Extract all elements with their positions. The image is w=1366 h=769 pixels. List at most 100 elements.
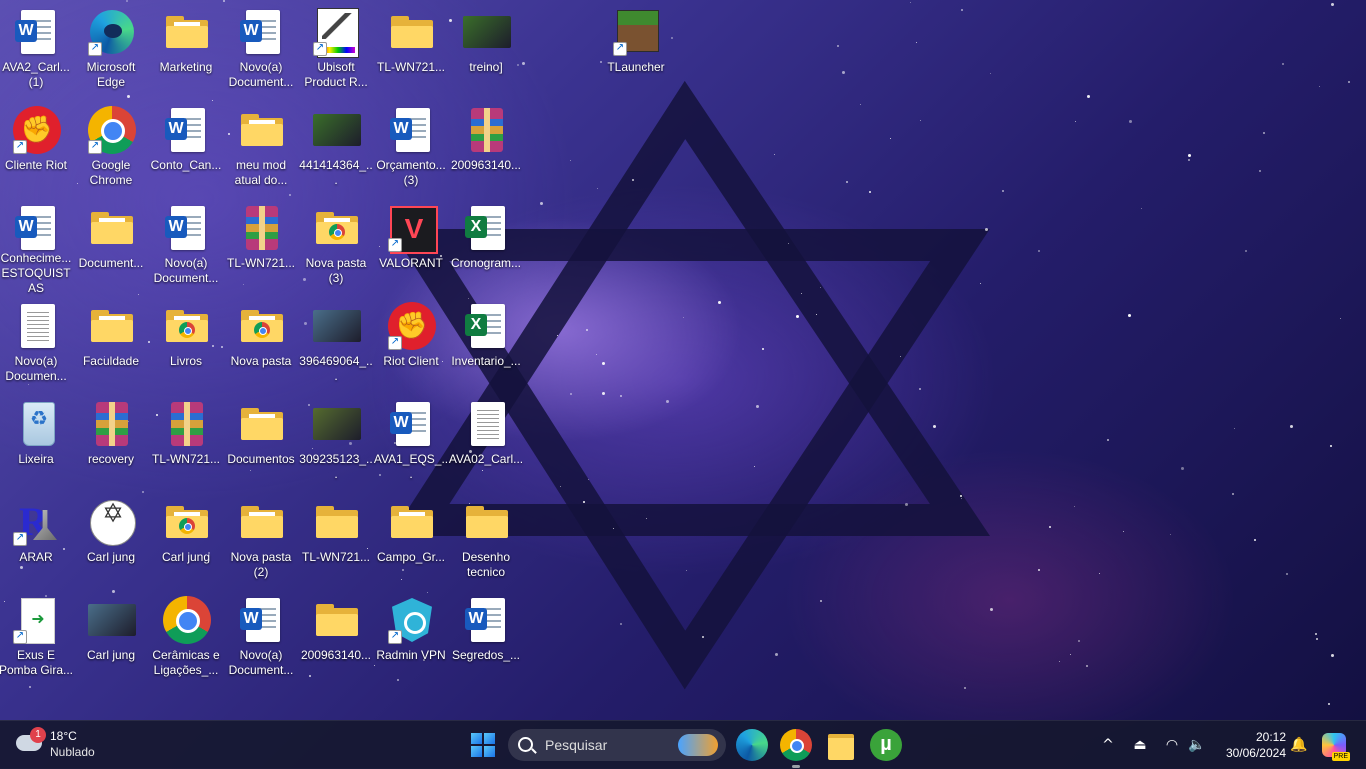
desktop-icon[interactable]: W Conhecime... ESTOQUISTAS — [1, 204, 73, 296]
desktop-icon-glyph — [613, 8, 661, 56]
weather-widget[interactable]: 1 18°C Nublado — [16, 727, 126, 763]
desktop-icon[interactable]: Nova pasta (2) — [226, 498, 298, 590]
wifi-icon[interactable]: ◠ — [1160, 721, 1184, 769]
desktop-icon-label: TL-WN721... — [151, 452, 220, 466]
taskbar-edge-icon[interactable] — [736, 729, 768, 761]
desktop-icon[interactable]: W Segredos_... — [451, 596, 523, 688]
desktop-icon[interactable]: Desenho tecnico — [451, 498, 523, 590]
shortcut-arrow-icon — [13, 138, 27, 154]
windows-logo-icon — [471, 733, 482, 744]
desktop-icon-glyph — [313, 106, 361, 154]
desktop-icon[interactable]: Radmin VPN — [376, 596, 448, 688]
desktop-icon-glyph: W — [463, 596, 511, 644]
desktop-icon-glyph — [88, 8, 136, 56]
taskbar-utorrent-icon[interactable] — [870, 729, 902, 761]
search-highlight-icon — [678, 734, 718, 756]
desktop-icon[interactable]: W Conto_Can... — [151, 106, 223, 198]
desktop-icon[interactable]: Microsoft Edge — [76, 8, 148, 100]
desktop-icon[interactable]: Exus E Pomba Gira... — [0, 596, 73, 688]
tray-overflow-chevron-icon[interactable]: ^ — [1098, 721, 1118, 769]
desktop-icon[interactable]: Livros — [151, 302, 223, 394]
winrar-archive-icon — [171, 402, 203, 446]
desktop-icon[interactable]: Lixeira — [1, 400, 73, 492]
desktop-icon[interactable]: TLauncher — [601, 8, 673, 100]
desktop-icon[interactable]: recovery — [76, 400, 148, 492]
image-thumbnail-icon — [313, 408, 361, 440]
taskbar-file-explorer-icon[interactable] — [826, 729, 858, 761]
taskbar-clock[interactable]: 20:12 30/06/2024 — [1214, 729, 1286, 761]
desktop-icon[interactable]: Carl jung — [151, 498, 223, 590]
desktop-icon-label: Cerâmicas e Ligações_... — [152, 648, 220, 677]
desktop-icon[interactable]: TL-WN721... — [376, 8, 448, 100]
weather-temperature: 18°C — [50, 729, 77, 743]
desktop-icon-label: Lixeira — [18, 452, 54, 466]
desktop-icon-label: AVA2_Carl... (1) — [2, 60, 70, 89]
desktop-icon[interactable]: W Novo(a) Document... — [151, 204, 223, 296]
desktop-icon-glyph: R — [13, 498, 61, 546]
desktop-icon[interactable]: AVA02_Carl... — [449, 400, 523, 492]
mandala-image-icon — [90, 500, 136, 546]
desktop-icon[interactable]: treino] — [451, 8, 523, 100]
desktop-icon[interactable]: Riot Client — [376, 302, 448, 394]
desktop-icon[interactable]: Document... — [76, 204, 148, 296]
desktop-icon[interactable]: Ubisoft Product R... — [301, 8, 373, 100]
start-button[interactable] — [471, 733, 495, 757]
desktop-icon-glyph: W — [13, 204, 61, 250]
desktop-icon[interactable]: X Cronogram... — [451, 204, 523, 296]
desktop-icon[interactable]: R ARAR — [1, 498, 73, 590]
desktop-icon[interactable]: Documentos — [226, 400, 298, 492]
volume-icon[interactable]: 🔈 — [1186, 721, 1208, 769]
desktop-icon[interactable]: Novo(a) Documen... — [1, 302, 73, 394]
desktop-icon[interactable]: Campo_Gr... — [376, 498, 448, 590]
desktop-icon[interactable]: TL-WN721... — [301, 498, 373, 590]
desktop-icon[interactable]: VALORANT — [376, 204, 448, 296]
desktop-icon-label: Novo(a) Document... — [153, 256, 219, 285]
search-icon — [518, 737, 533, 752]
desktop-icon-glyph — [313, 8, 361, 58]
shortcut-arrow-icon — [388, 236, 402, 252]
desktop-icon[interactable]: Carl jung — [76, 498, 148, 590]
desktop-icon[interactable]: W Novo(a) Document... — [226, 8, 298, 100]
desktop-icon[interactable]: W AVA2_Carl... (1) — [1, 8, 73, 100]
desktop-icon-label: Livros — [169, 354, 202, 368]
desktop-icon[interactable]: Nova pasta (3) — [301, 204, 373, 296]
desktop-icon[interactable]: 396469064_... — [299, 302, 373, 394]
desktop-icon[interactable]: Cerâmicas e Ligações_... — [151, 596, 223, 688]
desktop-icon-label: Orçamento... (3) — [376, 158, 446, 187]
desktop-icon[interactable]: 200963140... — [301, 596, 373, 688]
desktop-icon[interactable]: W AVA1_EQS_... — [374, 400, 448, 492]
usb-icon[interactable]: ⏏ — [1130, 721, 1150, 769]
desktop-icon[interactable]: Marketing — [151, 8, 223, 100]
desktop-icon-label: TL-WN721... — [376, 60, 445, 74]
desktop-icon[interactable]: meu mod atual do... — [226, 106, 298, 198]
desktop-icon[interactable]: 441414364_... — [299, 106, 373, 198]
shortcut-arrow-icon — [13, 628, 27, 644]
desktop-icon[interactable]: Nova pasta — [226, 302, 298, 394]
copilot-icon[interactable]: PRE — [1322, 733, 1350, 761]
folder-icon — [241, 408, 283, 440]
taskbar-chrome-icon[interactable] — [780, 729, 812, 761]
desktop-icon[interactable]: Faculdade — [76, 302, 148, 394]
winrar-archive-icon — [96, 402, 128, 446]
folder-icon — [241, 506, 283, 538]
desktop-icon[interactable]: Carl jung — [76, 596, 148, 688]
desktop-icon[interactable]: 200963140... — [451, 106, 523, 198]
desktop-icon[interactable]: 309235123_... — [299, 400, 373, 492]
taskbar-search[interactable]: Pesquisar — [508, 729, 726, 761]
desktop-icon-glyph — [463, 400, 511, 448]
desktop-icon-glyph — [463, 106, 511, 154]
desktop-icon[interactable]: Google Chrome — [76, 106, 148, 198]
shortcut-arrow-icon — [388, 334, 402, 350]
shortcut-arrow-icon — [388, 628, 402, 644]
desktop-icon-glyph — [238, 204, 286, 252]
desktop-icon[interactable]: TL-WN721... — [151, 400, 223, 492]
desktop-icon-glyph: X — [463, 204, 511, 252]
desktop-icon[interactable]: Cliente Riot — [1, 106, 73, 198]
desktop-icon-glyph — [388, 8, 436, 56]
desktop-icon[interactable]: W Orçamento... (3) — [376, 106, 448, 198]
desktop-icon[interactable]: X Inventario_... — [451, 302, 523, 394]
desktop-icon[interactable]: TL-WN721... — [226, 204, 298, 296]
desktop-icon[interactable]: W Novo(a) Document... — [226, 596, 298, 688]
notification-bell-icon[interactable]: 🔔 — [1288, 721, 1310, 769]
folder-icon — [391, 16, 433, 48]
